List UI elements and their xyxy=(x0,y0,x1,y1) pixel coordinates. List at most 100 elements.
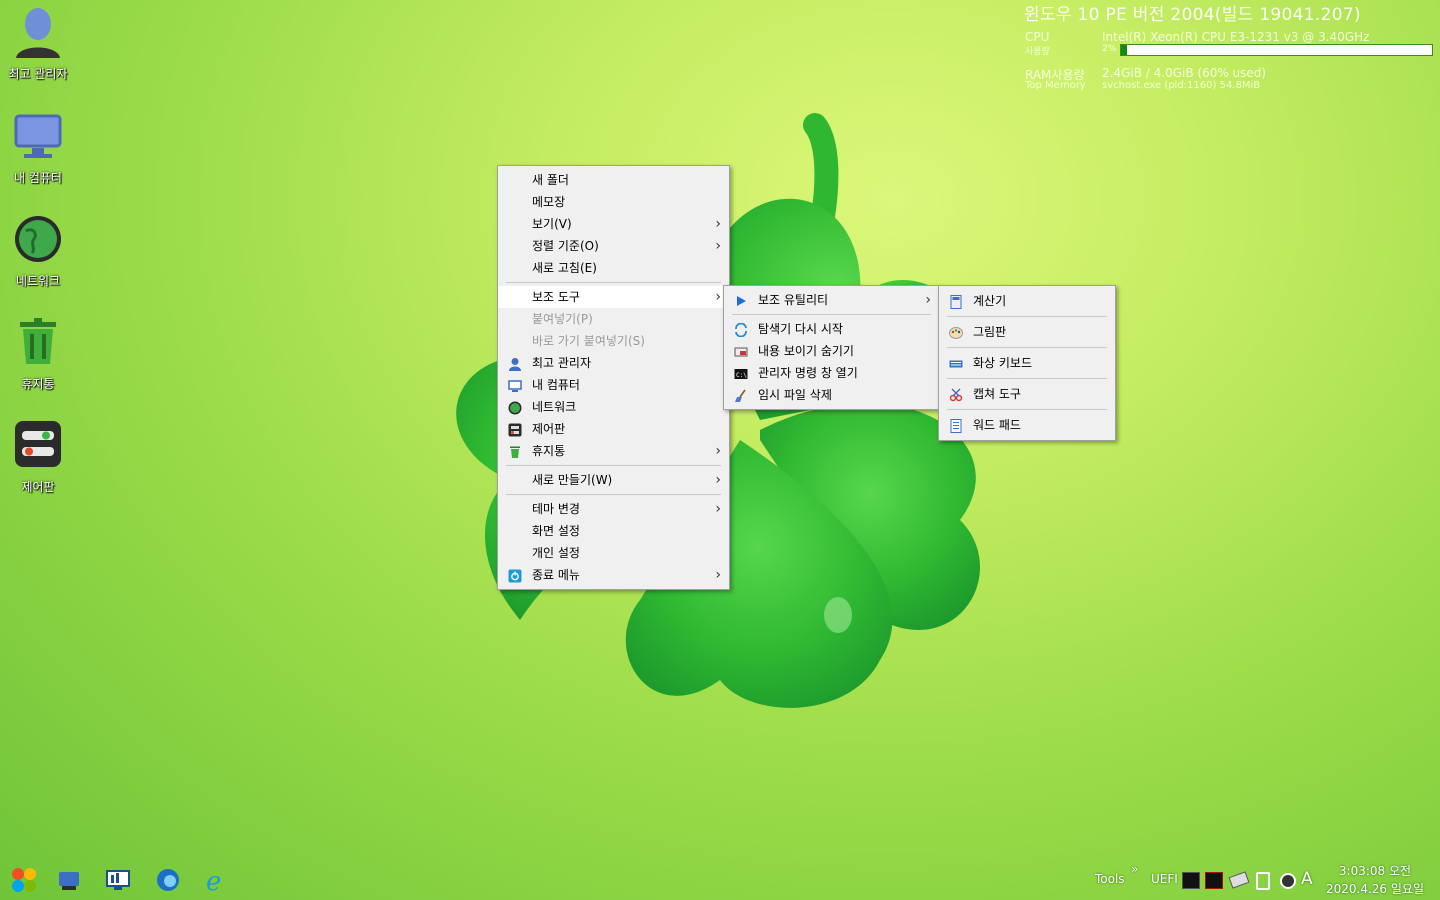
menu-item-label: 캡쳐 도구 xyxy=(973,387,1021,401)
svg-text:C:\: C:\ xyxy=(736,372,747,379)
menu-item-label: 휴지통 xyxy=(532,444,566,458)
system-info-overlay: 윈도우 10 PE 버전 2004(빌드 19041.207) CPU Inte… xyxy=(1024,0,1438,92)
desktop-icon-my-computer[interactable]: 내 컴퓨터 xyxy=(2,110,74,186)
menu-separator xyxy=(947,347,1107,348)
menu-item-label: 임시 파일 삭제 xyxy=(758,388,832,402)
menu-separator xyxy=(947,378,1107,379)
menu-item-label: 새로 고침(E) xyxy=(532,261,597,275)
context-menu-item-4[interactable]: 새로 고침(E) xyxy=(498,257,729,279)
tools-menu-item-3[interactable]: 내용 보이기 숨기기 xyxy=(724,340,939,362)
menu-separator xyxy=(506,465,721,466)
broom-icon xyxy=(734,388,748,402)
globe-icon xyxy=(508,400,522,415)
calculator-icon xyxy=(949,293,963,309)
menu-item-label: 네트워크 xyxy=(532,400,577,414)
os-version-title: 윈도우 10 PE 버전 2004(빌드 19041.207) xyxy=(1024,5,1361,25)
tray-cpu-meter-icon[interactable] xyxy=(1205,872,1223,889)
tray-search-icon[interactable] xyxy=(1280,873,1296,889)
monitor-icon xyxy=(14,114,62,158)
ime-indicator[interactable]: A xyxy=(1301,869,1313,889)
uefi-label: UEFI xyxy=(1151,872,1178,886)
menu-item-label: 화상 키보드 xyxy=(973,356,1033,370)
context-menu-item-2[interactable]: 보기(V) › xyxy=(498,213,729,235)
taskbar-clock[interactable]: 3:03:08 오전 2020.4.26 일요일 xyxy=(1322,862,1428,898)
cpu-usage-bar-fill xyxy=(1121,45,1128,55)
desktop-icon-network[interactable]: 네트워크 xyxy=(2,213,74,289)
context-menu-item-17[interactable]: 테마 변경 › xyxy=(498,498,729,520)
utilities-menu-item-2[interactable]: 그림판 xyxy=(939,320,1115,344)
menu-separator xyxy=(506,494,721,495)
context-menu-item-10[interactable]: 내 컴퓨터 xyxy=(498,374,729,396)
menu-item-label: 계산기 xyxy=(973,294,1007,308)
utilities-menu-item-6[interactable]: 캡쳐 도구 xyxy=(939,382,1115,406)
menu-item-label: 최고 관리자 xyxy=(532,356,592,370)
context-menu-item-0[interactable]: 새 폴더 xyxy=(498,169,729,191)
globe-icon xyxy=(15,216,61,262)
taskbar-explorer[interactable] xyxy=(56,866,84,894)
chevron-right-icon: › xyxy=(715,472,721,488)
menu-item-label: 새로 만들기(W) xyxy=(532,473,613,487)
trash-icon xyxy=(20,318,56,364)
tools-overflow-chevron[interactable]: » xyxy=(1131,862,1138,876)
cpu-usage-bar xyxy=(1120,44,1433,56)
accessories-submenu: 보조 유틸리티 › 탐색기 다시 시작내용 보이기 숨기기 C:\ 관리자 명령 창 열… xyxy=(723,285,940,410)
menu-item-label: 메모장 xyxy=(532,195,566,209)
tray-usb-icon[interactable] xyxy=(1256,872,1270,890)
context-menu-item-8[interactable]: 바로 가기 붙여넣기(S) xyxy=(498,330,729,352)
context-menu-item-7[interactable]: 붙여넣기(P) xyxy=(498,308,729,330)
tools-menu-item-0[interactable]: 보조 유틸리티 › xyxy=(724,289,939,311)
context-menu-item-20[interactable]: 종료 메뉴 › xyxy=(498,564,729,586)
menu-separator xyxy=(506,282,721,283)
desktop-icon-control-panel[interactable]: 제어판 xyxy=(2,419,74,495)
cpu-label: CPU xyxy=(1025,30,1050,44)
utilities-menu-item-8[interactable]: 워드 패드 xyxy=(939,413,1115,437)
context-menu-item-9[interactable]: 최고 관리자 xyxy=(498,352,729,374)
cpu-usage-value: 2% xyxy=(1102,44,1117,54)
paint-icon xyxy=(949,324,963,339)
chevron-right-icon: › xyxy=(715,501,721,517)
show-hide-icon xyxy=(734,344,748,358)
control-panel-icon xyxy=(15,421,61,467)
menu-item-label: 종료 메뉴 xyxy=(532,568,580,582)
cpu-value: Intel(R) Xeon(R) CPU E3-1231 v3 @ 3.40GH… xyxy=(1102,30,1370,44)
tools-toolbar-label[interactable]: Tools xyxy=(1095,872,1125,886)
context-menu-item-11[interactable]: 네트워크 xyxy=(498,396,729,418)
context-menu-item-12[interactable]: 제어판 xyxy=(498,418,729,440)
utilities-submenu: 계산기그림판화상 키보드캡쳐 도구워드 패드 xyxy=(938,285,1116,441)
top-memory-value: svchost.exe (pid:1160) 54.8MiB xyxy=(1102,80,1261,91)
start-button[interactable] xyxy=(10,866,38,894)
utilities-menu-item-0[interactable]: 계산기 xyxy=(939,289,1115,313)
menu-item-label: 화면 설정 xyxy=(532,524,580,538)
context-menu-item-1[interactable]: 메모장 xyxy=(498,191,729,213)
keyboard-icon xyxy=(949,355,963,369)
menu-item-label: 내용 보이기 숨기기 xyxy=(758,344,854,358)
menu-item-label: 보기(V) xyxy=(532,217,572,231)
tools-menu-item-2[interactable]: 탐색기 다시 시작 xyxy=(724,318,939,340)
context-menu-item-13[interactable]: 휴지통 › xyxy=(498,440,729,462)
desktop-icon-admin[interactable]: 최고 관리자 xyxy=(2,6,74,82)
taskbar-internet-explorer[interactable]: e xyxy=(203,866,231,897)
tray-meter-icon[interactable] xyxy=(1182,872,1200,889)
cmd-icon: C:\ xyxy=(734,366,748,380)
chevron-right-icon: › xyxy=(715,443,721,459)
utilities-menu-item-4[interactable]: 화상 키보드 xyxy=(939,351,1115,375)
desktop-icon-label: 제어판 xyxy=(21,480,55,494)
menu-separator xyxy=(947,316,1107,317)
chevron-right-icon: › xyxy=(925,292,931,308)
taskbar-edge[interactable] xyxy=(154,866,182,894)
desktop-icon-label: 내 컴퓨터 xyxy=(14,171,62,185)
tools-menu-item-4[interactable]: C:\ 관리자 명령 창 열기 xyxy=(724,362,939,384)
menu-item-label: 워드 패드 xyxy=(973,418,1021,432)
user-icon xyxy=(508,356,522,371)
context-menu-item-6[interactable]: 보조 도구 › xyxy=(498,286,729,308)
taskbar-remote-desktop[interactable] xyxy=(104,866,132,894)
desktop-icon-recycle-bin[interactable]: 휴지통 xyxy=(2,316,74,392)
tools-menu-item-5[interactable]: 임시 파일 삭제 xyxy=(724,384,939,406)
trash-icon xyxy=(508,444,522,458)
context-menu-item-3[interactable]: 정렬 기준(O) › xyxy=(498,235,729,257)
context-menu-item-18[interactable]: 화면 설정 xyxy=(498,520,729,542)
menu-item-label: 탐색기 다시 시작 xyxy=(758,322,843,336)
context-menu-item-15[interactable]: 새로 만들기(W) › xyxy=(498,469,729,491)
chevron-right-icon: › xyxy=(715,238,721,254)
context-menu-item-19[interactable]: 개인 설정 xyxy=(498,542,729,564)
